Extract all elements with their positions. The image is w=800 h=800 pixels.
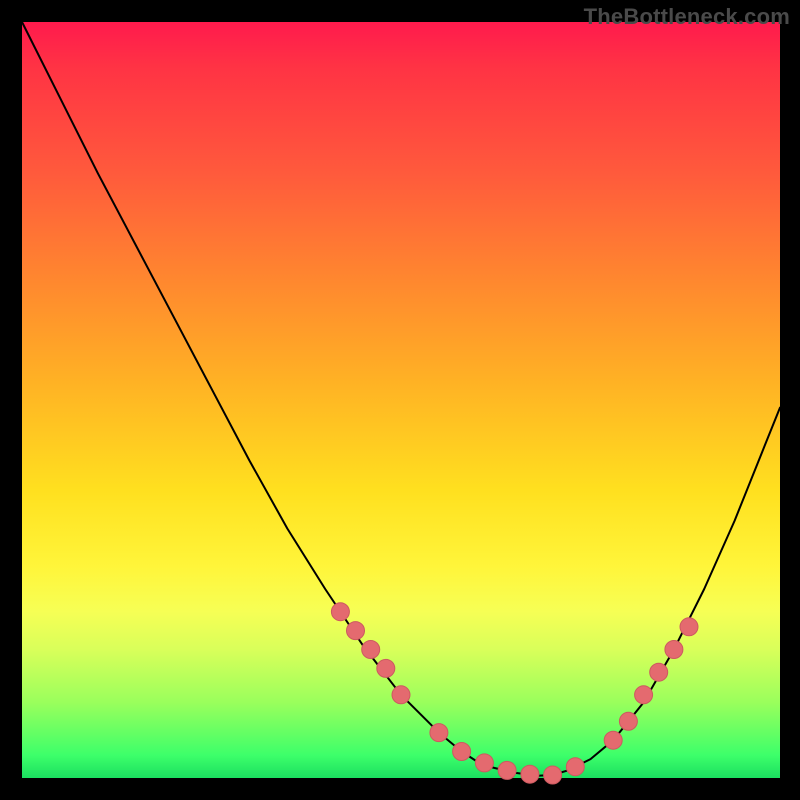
highlight-marker: [377, 659, 395, 677]
curve-layer: [22, 22, 780, 778]
highlight-marker: [498, 761, 516, 779]
highlight-marker: [604, 731, 622, 749]
highlight-marker: [650, 663, 668, 681]
highlight-markers: [331, 603, 698, 784]
highlight-marker: [430, 724, 448, 742]
highlight-marker: [544, 766, 562, 784]
highlight-marker: [362, 641, 380, 659]
highlight-marker: [347, 622, 365, 640]
highlight-marker: [566, 758, 584, 776]
highlight-marker: [392, 686, 410, 704]
bottleneck-curve-line: [22, 22, 780, 776]
highlight-marker: [521, 765, 539, 783]
highlight-marker: [635, 686, 653, 704]
chart-frame: TheBottleneck.com: [0, 0, 800, 800]
highlight-marker: [453, 743, 471, 761]
highlight-marker: [665, 641, 683, 659]
highlight-marker: [680, 618, 698, 636]
watermark-text: TheBottleneck.com: [584, 4, 790, 30]
plot-area: [22, 22, 780, 778]
highlight-marker: [619, 712, 637, 730]
highlight-marker: [331, 603, 349, 621]
highlight-marker: [475, 754, 493, 772]
